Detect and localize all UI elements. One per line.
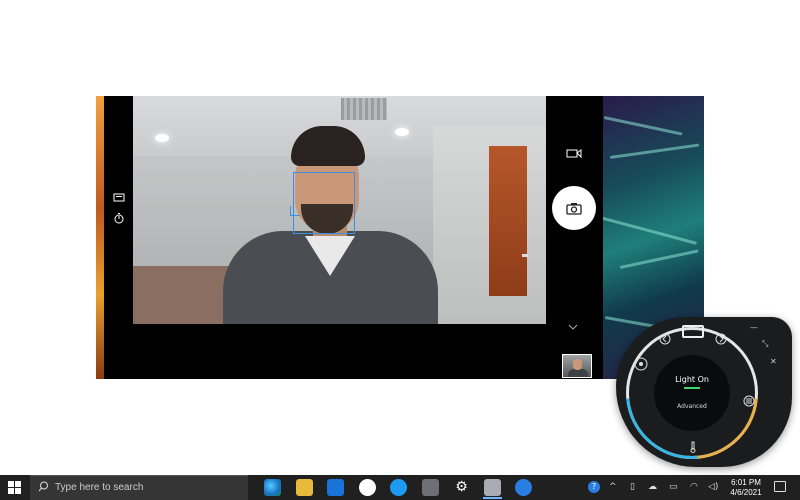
window-edge [96,96,104,379]
menu-icon[interactable] [742,395,756,409]
search-box[interactable]: Type here to search [30,475,248,500]
shutter-button[interactable] [552,186,596,230]
light-dial-widget: Light On Advanced — ⤡ ✕ [599,300,792,486]
light-status: Light On [675,375,709,384]
video-icon[interactable] [566,148,582,160]
forward-arrow-icon[interactable] [714,333,728,347]
clock-time: 6:01 PM [731,478,761,487]
battery-icon[interactable]: ▯ [630,481,635,493]
ceiling-light [155,134,169,142]
face-detection-marker [290,206,300,216]
active-app-indicator [483,497,502,499]
face-detection-box [293,172,355,234]
camera-viewfinder[interactable] [133,96,546,324]
calculator-icon[interactable] [422,479,439,496]
ceiling-vent [341,98,387,120]
light-indicator [684,387,700,389]
close-icon[interactable]: ✕ [770,357,777,366]
hdr-icon[interactable] [112,192,126,206]
search-placeholder: Type here to search [55,482,144,493]
wifi-icon[interactable]: ◠ [690,481,698,493]
rectangle-icon[interactable] [682,325,704,338]
edge-icon[interactable] [264,479,281,496]
dial-center[interactable] [654,355,730,431]
camera-app-window [96,96,603,379]
chevron-down-icon[interactable] [568,322,578,333]
search-icon [38,481,49,495]
room-door [489,146,527,296]
cloud-icon[interactable]: ☁ [648,481,657,493]
mail-icon[interactable] [327,479,344,496]
back-arrow-icon[interactable] [658,333,672,347]
photo-thumbnail[interactable] [562,354,592,378]
chevron-up-icon[interactable]: ^ [609,481,617,493]
notifications-icon[interactable] [774,481,786,492]
ceiling-light [395,128,409,136]
display-icon[interactable]: ▭ [669,481,678,493]
file-explorer-icon[interactable] [296,479,313,496]
camera-icon[interactable] [484,479,501,496]
camera-controls [546,96,603,379]
timer-icon[interactable] [112,212,126,226]
help-icon[interactable]: ? [588,481,600,493]
clock-date: 4/6/2021 [730,488,762,497]
thermometer-icon [686,441,700,455]
app-icon[interactable] [515,479,532,496]
camera-icon [566,202,582,215]
taskbar: Type here to search ⚙ ? ^ ▯ ☁ ▭ ◠ ◁) 6:0… [0,475,800,500]
github-icon[interactable] [359,479,376,496]
brightness-icon[interactable] [634,357,648,371]
taskbar-clock[interactable]: 6:01 PM 4/6/2021 [724,478,768,498]
twitter-icon[interactable] [390,479,407,496]
door-handle [522,254,528,257]
start-button[interactable] [8,481,21,494]
camera-left-toolbar [104,96,133,379]
minimize-icon[interactable]: — [750,323,758,332]
volume-icon[interactable]: ◁) [708,481,718,493]
settings-icon[interactable]: ⚙ [453,479,470,496]
desktop: Light On Advanced — ⤡ ✕ [0,0,800,486]
advanced-button[interactable]: Advanced [654,403,730,410]
shrink-icon[interactable]: ⤡ [762,339,768,349]
